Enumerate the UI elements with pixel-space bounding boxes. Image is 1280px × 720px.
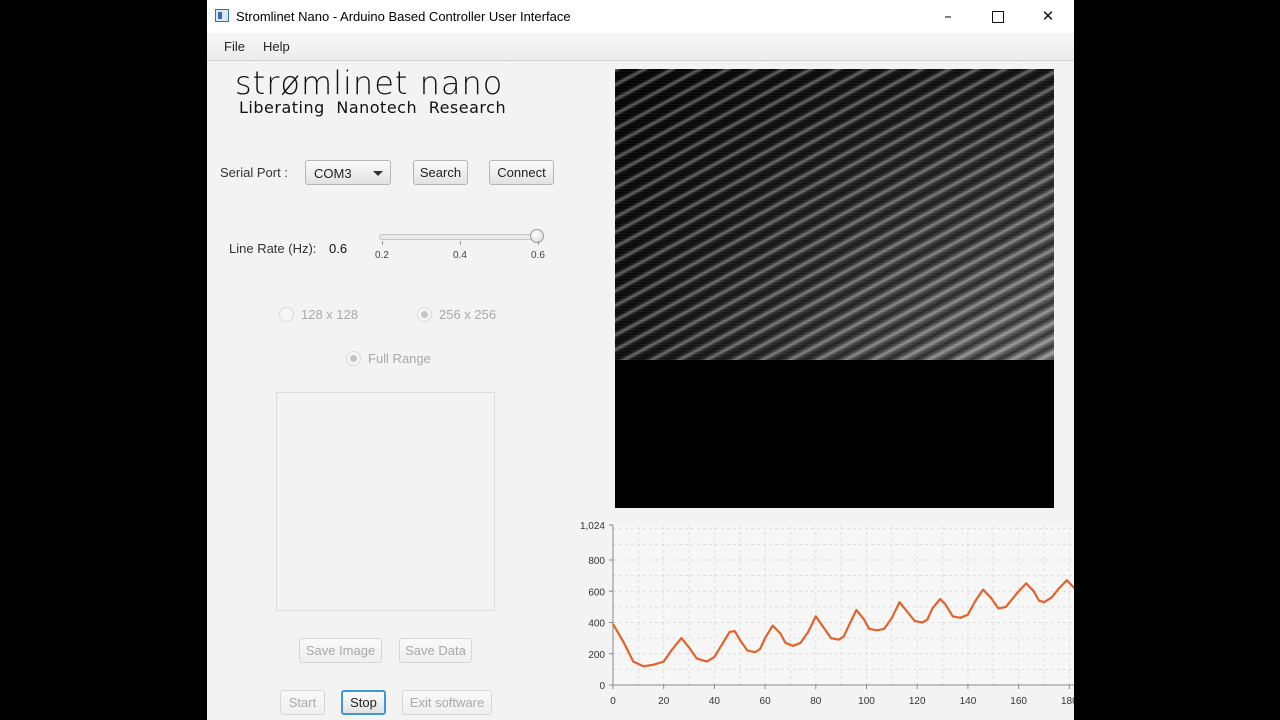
- scan-image-panel: [615, 69, 1054, 508]
- search-button[interactable]: Search: [413, 160, 468, 185]
- x-tick-label: 100: [858, 696, 875, 707]
- x-tick-label: 60: [760, 696, 772, 707]
- connect-button[interactable]: Connect: [489, 160, 554, 185]
- full-range-radio[interactable]: [346, 351, 361, 366]
- y-tick-label: 0: [599, 681, 605, 692]
- x-tick-label: 140: [960, 696, 977, 707]
- menu-bar: File Help: [207, 33, 1074, 61]
- line-rate-label: Line Rate (Hz):: [229, 241, 317, 256]
- minimize-icon[interactable]: –: [925, 0, 971, 33]
- radio-256-label: 256 x 256: [439, 307, 497, 322]
- preview-panel: [276, 392, 495, 611]
- x-tick-label: 20: [658, 696, 670, 707]
- save-data-button[interactable]: Save Data: [399, 638, 472, 663]
- x-tick-label: 40: [709, 696, 721, 707]
- serial-port-label: Serial Port :: [220, 165, 288, 180]
- y-tick-label: 800: [588, 556, 605, 567]
- serial-port-value: COM3: [314, 166, 352, 181]
- title-bar[interactable]: Stromlinet Nano - Arduino Based Controll…: [207, 0, 1074, 33]
- stop-button[interactable]: Stop: [341, 690, 386, 715]
- save-image-button[interactable]: Save Image: [299, 638, 382, 663]
- logo-wordmark: strømlinet nano: [235, 64, 504, 102]
- app-icon: [215, 9, 229, 22]
- slider-tick: [538, 241, 539, 245]
- radio-128-label: 128 x 128: [301, 307, 359, 322]
- full-range-label: Full Range: [368, 351, 431, 366]
- chevron-down-icon: [373, 171, 383, 176]
- exit-software-button[interactable]: Exit software: [402, 690, 492, 715]
- x-tick-label: 120: [909, 696, 926, 707]
- x-tick-label: 160: [1010, 696, 1027, 707]
- logo-tagline: Liberating Nanotech Research: [239, 98, 507, 117]
- radio-256[interactable]: [417, 307, 432, 322]
- signal-chart-svg: 0204060801001201401601802002202402560200…: [580, 521, 1074, 707]
- plot-area: [613, 525, 1074, 685]
- menu-help[interactable]: Help: [263, 39, 290, 54]
- x-tick-label: 180: [1061, 696, 1074, 707]
- window-title: Stromlinet Nano - Arduino Based Controll…: [236, 9, 571, 24]
- line-rate-value: 0.6: [329, 241, 348, 256]
- x-tick-label: 80: [810, 696, 822, 707]
- y-tick-label: 1,024: [580, 521, 605, 532]
- slider-tick-label: 0.2: [375, 250, 389, 261]
- close-icon[interactable]: ✕: [1025, 0, 1071, 33]
- y-tick-label: 400: [588, 619, 605, 630]
- slider-tick-label: 0.6: [531, 250, 545, 261]
- line-rate-slider-thumb[interactable]: [530, 229, 544, 243]
- slider-tick-label: 0.4: [453, 250, 467, 261]
- menu-file[interactable]: File: [224, 39, 245, 54]
- slider-tick: [382, 241, 383, 245]
- scan-image: [615, 69, 1054, 360]
- line-rate-slider-track[interactable]: [379, 234, 540, 240]
- y-tick-label: 200: [588, 650, 605, 661]
- signal-chart: 0204060801001201401601802002202402560200…: [567, 512, 1074, 712]
- maximize-icon[interactable]: [975, 0, 1021, 33]
- slider-tick: [460, 241, 461, 245]
- x-tick-label: 0: [610, 696, 616, 707]
- y-tick-label: 600: [588, 587, 605, 598]
- radio-128[interactable]: [279, 307, 294, 322]
- serial-port-select[interactable]: COM3: [305, 160, 391, 185]
- app-window: Stromlinet Nano - Arduino Based Controll…: [207, 0, 1074, 720]
- start-button[interactable]: Start: [280, 690, 325, 715]
